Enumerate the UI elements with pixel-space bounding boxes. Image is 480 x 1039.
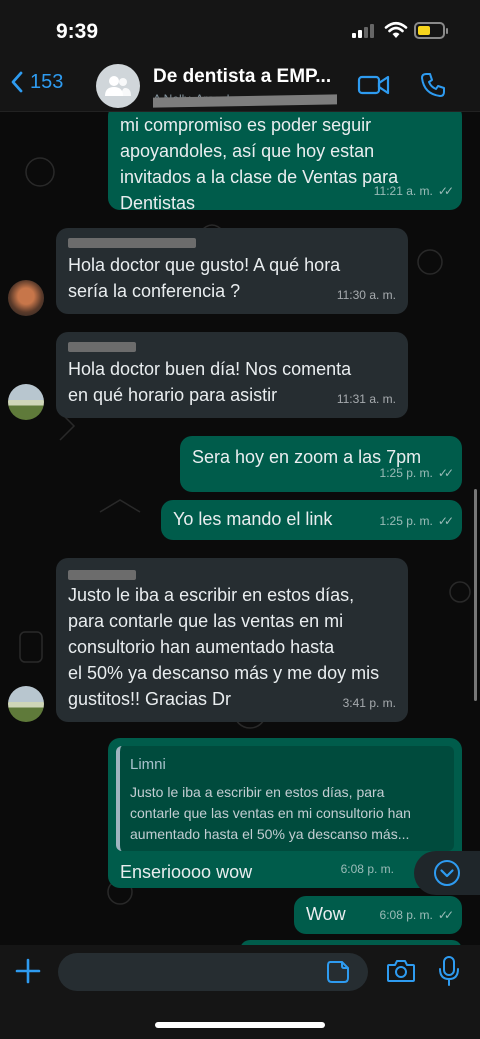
message-outgoing[interactable]: mi compromiso es poder seguir apoyandole…: [108, 112, 462, 213]
scrollbar[interactable]: [474, 489, 477, 701]
sender-name: [68, 566, 396, 582]
status-bar: 9:39: [0, 0, 480, 62]
sender-name-redacted: [68, 236, 396, 252]
group-icon: [105, 76, 131, 96]
message-time: 6:08 p. m.: [379, 908, 433, 922]
message-time: 1:25 p. m.: [379, 514, 433, 528]
back-button[interactable]: 153: [10, 70, 63, 94]
chat-participants[interactable]: A Nelly, Aracel...: [153, 92, 239, 106]
sender-avatar[interactable]: [8, 686, 44, 722]
phone-icon[interactable]: [420, 72, 446, 98]
sender-avatar[interactable]: [8, 384, 44, 420]
message-time: 1:25 p. m.: [379, 466, 433, 480]
sticker-icon[interactable]: [326, 960, 350, 984]
message-outgoing[interactable]: Sera hoy en zoom a las 7pm 1:25 p. m. ✓✓: [180, 436, 462, 492]
message-time: 11:31 a. m.: [336, 392, 396, 406]
scroll-to-bottom-button[interactable]: [414, 851, 480, 895]
wifi-icon: [384, 21, 408, 38]
message-outgoing[interactable]: Wow 6:08 p. m. ✓✓: [294, 896, 462, 934]
message-incoming[interactable]: Hola doctor buen día! Nos comenta en qué…: [56, 332, 408, 418]
message-outgoing[interactable]: Yo les mando el link 1:25 p. m. ✓✓: [161, 500, 462, 540]
microphone-icon[interactable]: [438, 955, 460, 987]
plus-icon[interactable]: [14, 957, 42, 985]
message-incoming[interactable]: Justo le iba a escribir en estos días, p…: [56, 558, 408, 722]
message-input[interactable]: [58, 953, 368, 991]
chat-title[interactable]: De dentista a EMP...: [153, 66, 331, 88]
read-ticks-icon: ✓✓: [437, 514, 454, 528]
group-avatar[interactable]: [96, 64, 140, 108]
read-ticks-icon: ✓✓: [437, 908, 454, 922]
read-ticks-icon: ✓✓: [437, 184, 454, 198]
sender-name-redacted: [68, 340, 396, 356]
unread-count: 153: [30, 70, 64, 93]
message-text: Enserioooo wow: [120, 862, 253, 882]
quoted-message[interactable]: Limni Justo le iba a escribir en estos d…: [116, 746, 454, 851]
message-time: 6:08 p. m.: [340, 862, 394, 876]
camera-icon[interactable]: [386, 958, 416, 984]
video-camera-icon[interactable]: [357, 72, 391, 98]
message-time: 11:21 a. m.: [373, 184, 433, 198]
message-outgoing-reply[interactable]: Limni Justo le iba a escribir en estos d…: [108, 738, 462, 888]
message-incoming[interactable]: Hola doctor que gusto! A qué hora sería …: [56, 228, 408, 314]
chevron-down-icon: [434, 860, 460, 886]
message-time: 3:41 p. m.: [342, 696, 396, 710]
composer-bar: [0, 945, 480, 1039]
quoted-text: Justo le iba a escribir en estos días, p…: [130, 784, 411, 842]
message-list[interactable]: mi compromiso es poder seguir apoyandole…: [0, 112, 480, 945]
read-ticks-icon: ✓✓: [437, 466, 454, 480]
chat-header: 153 De dentista a EMP... A Nelly, Aracel…: [0, 62, 480, 112]
chevron-left-icon: [11, 71, 23, 93]
quoted-sender: Limni: [130, 756, 166, 773]
home-indicator[interactable]: [155, 1022, 325, 1028]
cellular-signal-icon: [352, 24, 374, 38]
battery-icon: [414, 22, 448, 39]
sender-avatar[interactable]: [8, 280, 44, 316]
message-time: 11:30 a. m.: [336, 288, 396, 302]
status-time: 9:39: [56, 20, 99, 43]
